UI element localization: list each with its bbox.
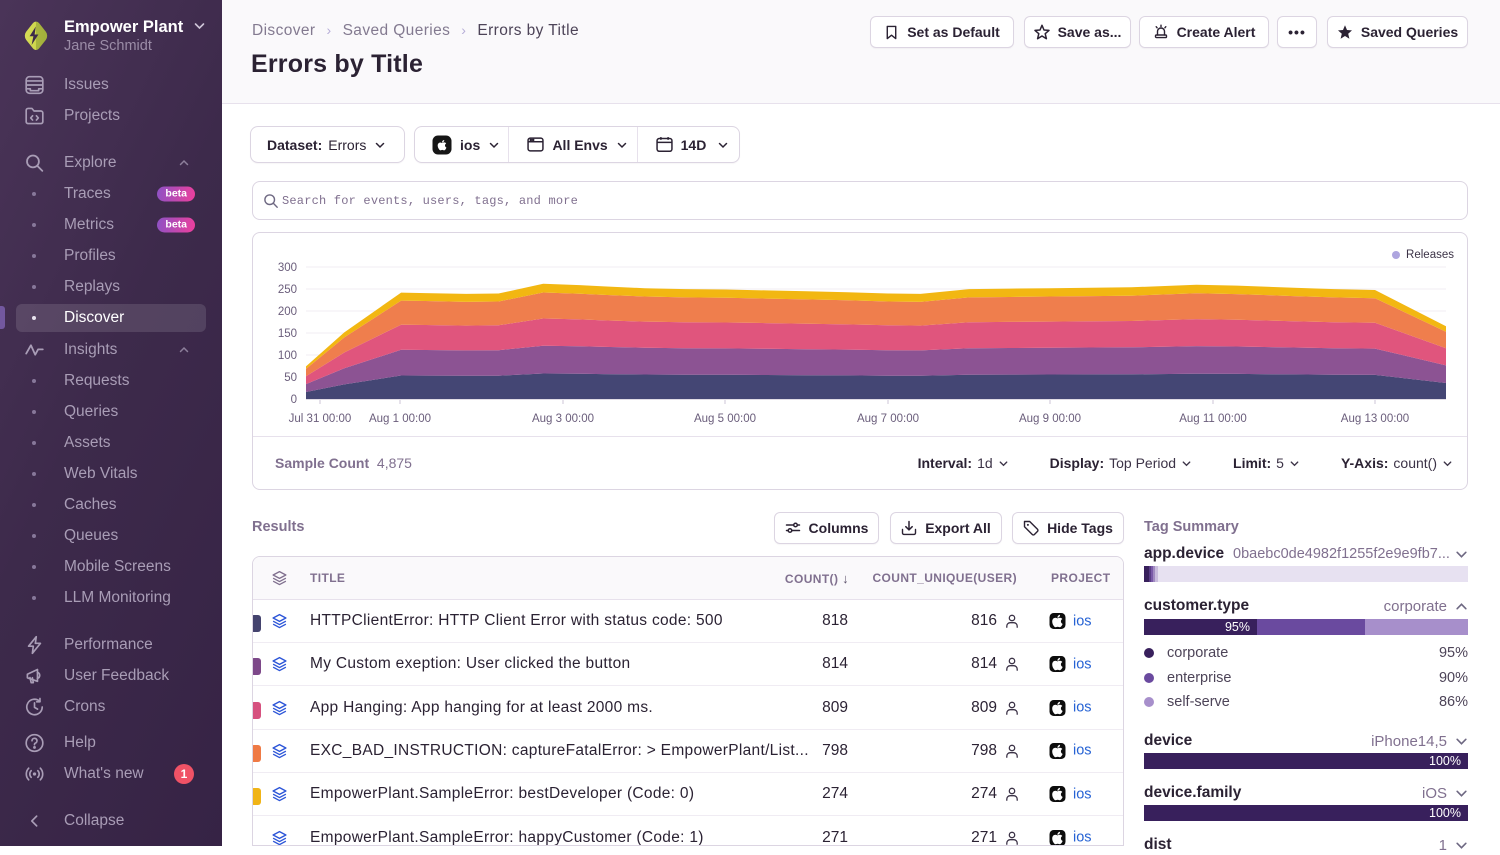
svg-text:300: 300 [278,262,297,274]
svg-text:Jul 31 00:00: Jul 31 00:00 [289,413,352,425]
svg-text:Aug 5 00:00: Aug 5 00:00 [694,413,756,425]
svg-text:150: 150 [278,328,297,340]
svg-text:Aug 13 00:00: Aug 13 00:00 [1341,413,1409,425]
svg-text:200: 200 [278,306,297,318]
svg-text:50: 50 [284,372,297,384]
svg-text:Aug 11 00:00: Aug 11 00:00 [1179,413,1247,425]
svg-text:Aug 1 00:00: Aug 1 00:00 [369,413,431,425]
svg-text:250: 250 [278,284,297,296]
svg-text:Aug 9 00:00: Aug 9 00:00 [1019,413,1081,425]
svg-text:100: 100 [278,350,297,362]
svg-text:0: 0 [291,394,297,406]
svg-text:Aug 7 00:00: Aug 7 00:00 [857,413,919,425]
svg-text:Aug 3 00:00: Aug 3 00:00 [532,413,594,425]
